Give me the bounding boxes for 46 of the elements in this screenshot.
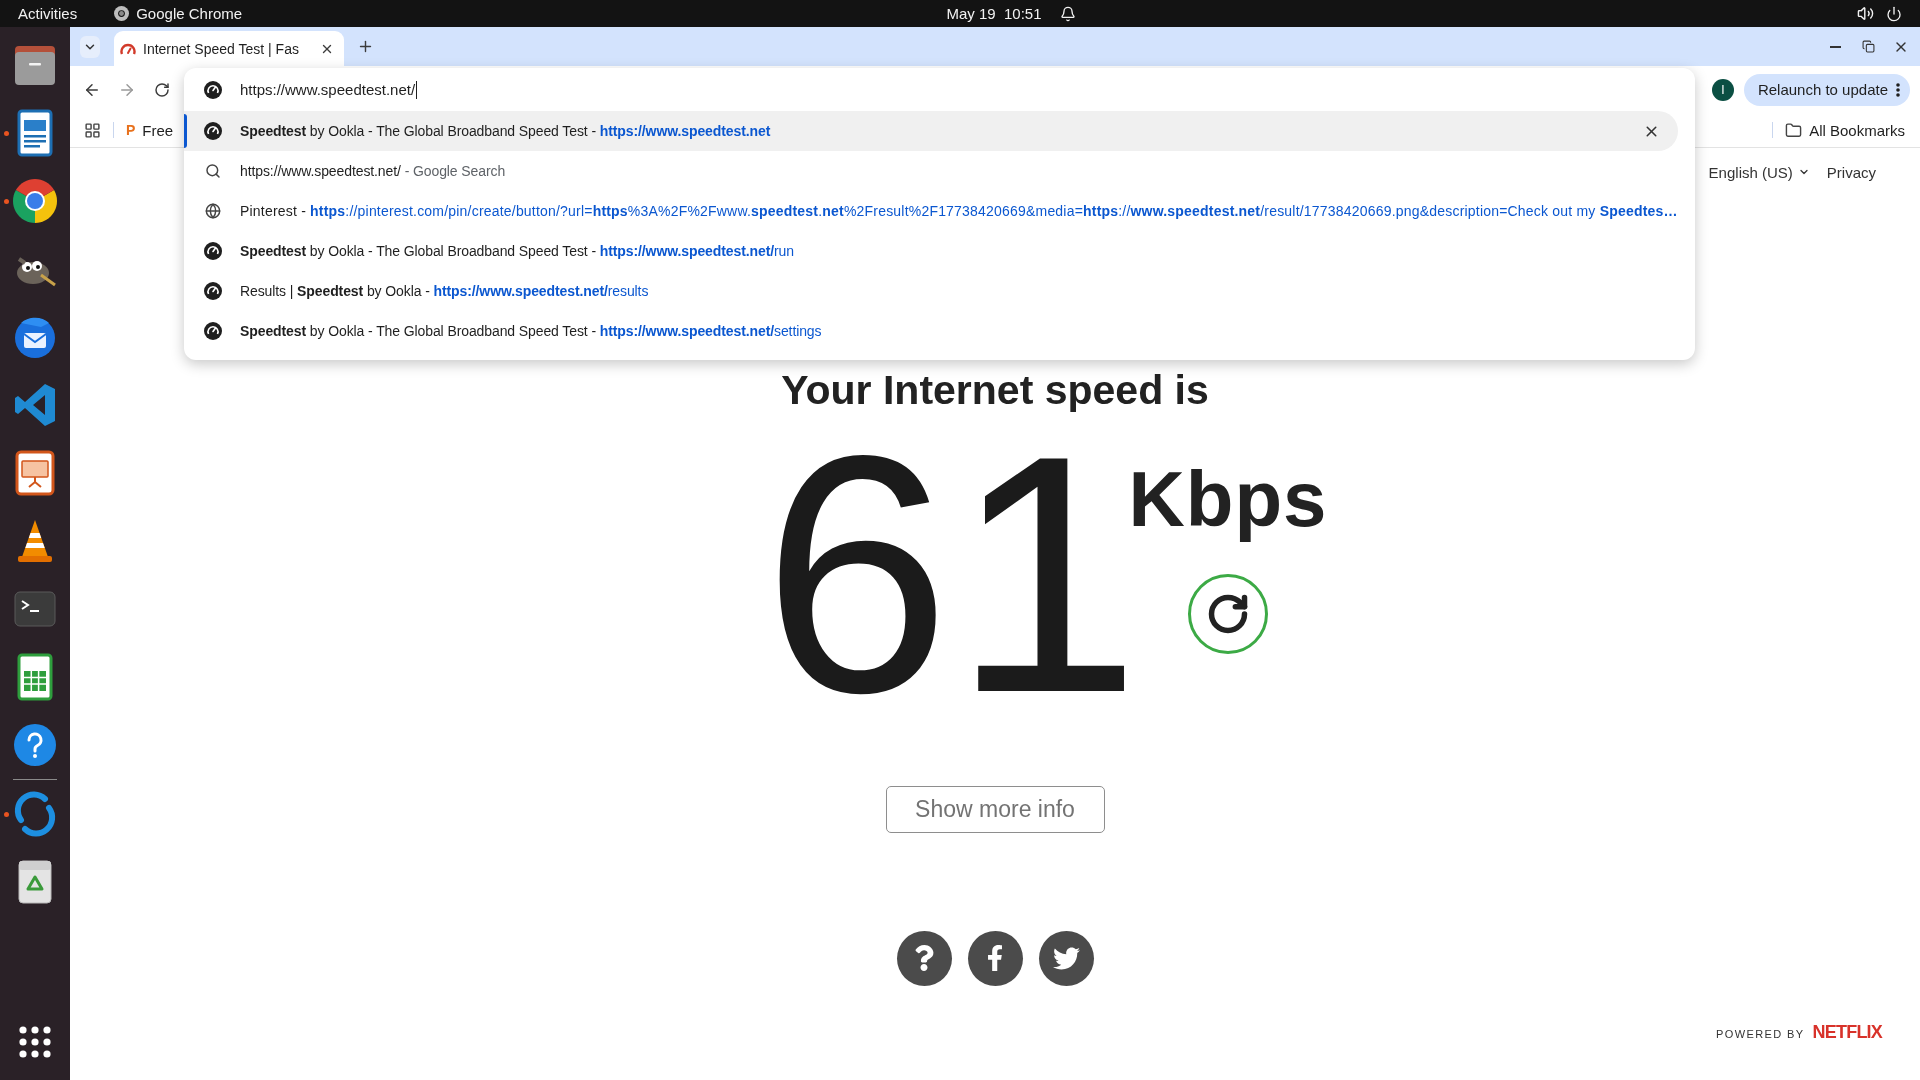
speed-heading: Your Internet speed is xyxy=(781,366,1209,414)
more-icon xyxy=(1896,82,1900,97)
language-select[interactable]: English (US) xyxy=(1708,163,1810,181)
powered-by-label: POWERED BY xyxy=(1716,1027,1805,1040)
activities-menu[interactable]: Activities xyxy=(18,5,78,22)
all-bookmarks-button[interactable]: All Bookmarks xyxy=(1785,121,1905,139)
browser-icon[interactable] xyxy=(11,177,59,225)
apps-grid-icon[interactable] xyxy=(18,1025,52,1059)
bell-icon[interactable] xyxy=(1059,5,1076,22)
date-time[interactable]: May 19 10:51 xyxy=(946,5,1042,22)
volume-icon[interactable] xyxy=(1857,5,1874,22)
app-menu[interactable]: Google Chrome xyxy=(114,5,243,22)
search-icon xyxy=(205,163,221,179)
speedometer-icon xyxy=(120,42,136,55)
gauge-icon xyxy=(204,322,222,340)
show-more-info-button[interactable]: Show more info xyxy=(885,785,1105,833)
gauge-icon xyxy=(204,242,222,260)
refresh-icon xyxy=(1206,592,1250,636)
gauge-icon xyxy=(204,122,222,140)
reload-icon xyxy=(154,81,170,98)
privacy-link[interactable]: Privacy xyxy=(1826,163,1876,181)
minimize-icon xyxy=(1829,45,1841,48)
bookmark-item[interactable]: P Free xyxy=(126,121,174,139)
relaunch-button[interactable]: Relaunch to update xyxy=(1743,73,1910,106)
suggestion-item[interactable]: Speedtest by Ookla - The Global Broadband Speed Test - https://www.speedtest.net/run xyxy=(184,231,1678,271)
suggestion-item[interactable]: https://www.speedtest.net/ - Google Search xyxy=(184,151,1678,191)
retest-button[interactable] xyxy=(1188,574,1268,654)
folder-icon xyxy=(1785,121,1803,139)
favicon-letter: P xyxy=(126,122,136,138)
suggestion-item[interactable]: Pinterest - https://pinterest.com/pin/create/button/?url=https%3A%2F%2Fwww.speedtest.net%2Fresult%2F17738420669&media=https://www.speedtest.net/result/17738420669.png&description=Check out my Speedtes… xyxy=(184,191,1678,231)
apps-grid-icon[interactable] xyxy=(84,121,101,139)
help-icon[interactable] xyxy=(11,721,59,769)
profile-avatar[interactable]: I xyxy=(1711,78,1734,101)
power-icon[interactable] xyxy=(1886,5,1902,22)
restore-icon xyxy=(1861,40,1875,53)
address-field[interactable]: https://www.speedtest.net/ xyxy=(184,68,1695,111)
gauge-icon xyxy=(204,282,222,300)
suggestion-item[interactable]: Speedtest by Ookla - The Global Broadband Speed Test - https://www.speedtest.net xyxy=(184,111,1678,151)
globe-icon xyxy=(205,203,221,219)
tab-list-button[interactable] xyxy=(80,35,100,58)
browser-icon xyxy=(114,6,130,21)
suggestion-item[interactable]: Speedtest by Ookla - The Global Broadband Speed Test - https://www.speedtest.net/settings xyxy=(184,311,1678,351)
browser-tab[interactable]: Internet Speed Test | Fas xyxy=(114,31,344,66)
brand-logo[interactable]: NETFLIX xyxy=(1812,1021,1882,1043)
gauge-icon xyxy=(204,80,222,99)
suggestion-item[interactable]: Results | Speedtest by Ookla - https://www.speedtest.net/results xyxy=(184,271,1678,311)
